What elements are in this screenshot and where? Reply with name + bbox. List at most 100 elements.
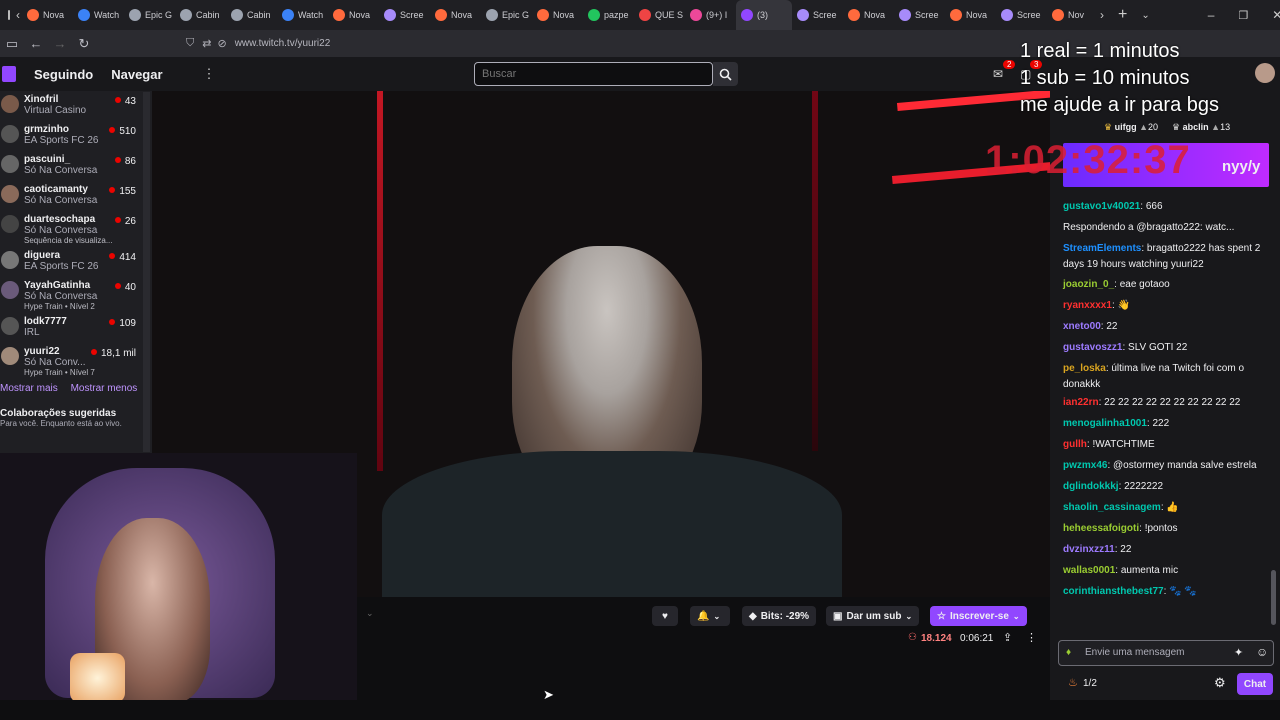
sidebar-channel-item[interactable]: YayahGatinha Só Na Conversa Hype Train • N…	[0, 277, 152, 313]
collapse-chevron-icon[interactable]: ⌄	[366, 608, 374, 619]
browser-tab[interactable]: (9+) I	[685, 0, 736, 30]
search-button[interactable]	[713, 62, 738, 86]
reload-button[interactable]: ↻	[72, 36, 96, 52]
chat-username[interactable]: dglindokkkj	[1063, 481, 1119, 492]
chat-message: joaozin_0_: eae gotaoo	[1063, 277, 1263, 293]
browser-tab[interactable]: Cabin	[175, 0, 226, 30]
emote-icon[interactable]: ☺	[1256, 645, 1268, 659]
channel-points-icon[interactable]: ♨	[1068, 676, 1078, 689]
tab-scroll-right-icon[interactable]: ›	[1100, 8, 1104, 22]
browser-tab[interactable]: Scree	[996, 0, 1047, 30]
browser-tab[interactable]: pazpe	[583, 0, 634, 30]
sidebar-scrollbar[interactable]	[143, 92, 150, 452]
red-light-right	[812, 91, 818, 451]
browser-tab[interactable]: Nova	[945, 0, 996, 30]
browser-tab[interactable]: Nov	[1047, 0, 1098, 30]
sidebar-channel-item[interactable]: diguera EA Sports FC 26 414	[0, 247, 152, 277]
new-tab-button[interactable]: +	[1118, 6, 1127, 24]
chat-username[interactable]: ryanxxxx1	[1063, 300, 1112, 311]
avatar	[1, 125, 19, 143]
chat-text: : 22	[1114, 544, 1132, 555]
browser-tab[interactable]: Nova	[430, 0, 481, 30]
search-input[interactable]	[474, 62, 713, 86]
tab-favicon-icon	[129, 9, 141, 21]
chat-username[interactable]: gustavo1v40021	[1063, 201, 1140, 212]
viewer-count: 414	[109, 252, 136, 263]
notification-bell-button[interactable]: 🔔 ⌄	[690, 606, 730, 626]
sidebar-panel-icon[interactable]: ▭	[0, 36, 24, 52]
sidebar-channel-item[interactable]: lodk7777 IRL 109	[0, 313, 152, 343]
sidebar-channel-item[interactable]: grmzinho EA Sports FC 26 510	[0, 121, 152, 151]
tab-favicon-icon	[797, 9, 809, 21]
tracking-icon[interactable]: ⊘	[217, 37, 226, 50]
browser-tab[interactable]: Scree	[894, 0, 945, 30]
chat-username[interactable]: pe_loska	[1063, 363, 1106, 374]
tab-list-chevron-icon[interactable]: ⌄	[1141, 10, 1149, 21]
forward-button[interactable]: →	[48, 36, 72, 51]
chat-scrollbar[interactable]	[1271, 570, 1276, 625]
browser-tab[interactable]: Watch	[277, 0, 328, 30]
browser-tab[interactable]: Scree	[379, 0, 430, 30]
sidebar-channel-item[interactable]: pascuini_ Só Na Conversa 86	[0, 151, 152, 181]
browser-tab[interactable]: Cabin	[226, 0, 277, 30]
arrow-icon: ▲	[1139, 122, 1149, 132]
sidebar-toggle-icon[interactable]	[8, 10, 10, 20]
chat-settings-icon[interactable]: ⚙	[1214, 675, 1226, 691]
site-settings-icon[interactable]: ⇄	[202, 37, 211, 50]
browser-tab[interactable]: QUE S	[634, 0, 685, 30]
subscribe-button[interactable]: ☆ Inscrever-se ⌄	[930, 606, 1027, 626]
chat-username[interactable]: gullh	[1063, 439, 1087, 450]
browser-tab[interactable]: Nova	[328, 0, 379, 30]
chat-username[interactable]: StreamElements	[1063, 243, 1141, 254]
chat-username[interactable]: joaozin_0_	[1063, 279, 1114, 290]
browser-tab[interactable]: (3)	[736, 0, 792, 30]
chat-send-button[interactable]: Chat	[1237, 673, 1273, 695]
chat-username[interactable]: shaolin_cassinagem	[1063, 502, 1161, 513]
more-options-icon[interactable]: ⋮	[1026, 631, 1037, 644]
chat-username[interactable]: pwzmx46	[1063, 460, 1107, 471]
browser-tab[interactable]: Epic G	[481, 0, 532, 30]
follow-heart-button[interactable]: ♥	[652, 606, 678, 626]
show-less-link[interactable]: Mostrar menos	[71, 383, 138, 394]
browser-tab[interactable]: Scree	[792, 0, 843, 30]
sidebar-channel-item[interactable]: duartesochapa Só Na Conversa Sequência de …	[0, 211, 152, 247]
share-icon[interactable]: ⇪	[1003, 631, 1012, 644]
shield-icon[interactable]: ⛉	[186, 37, 194, 50]
chat-username[interactable]: heheessafoigoti	[1063, 523, 1139, 534]
gift-sub-button[interactable]: ▣ Dar um sub ⌄	[826, 606, 920, 626]
chat-username[interactable]: dvzinxzz11	[1063, 544, 1115, 555]
nav-browse-link[interactable]: Navegar	[111, 67, 162, 82]
twitch-logo-icon[interactable]	[2, 66, 16, 82]
browser-tab[interactable]: Nova	[22, 0, 73, 30]
sidebar-channel-item[interactable]: caoticamanty Só Na Conversa 155	[0, 181, 152, 211]
sidebar-channel-item[interactable]: yuuri22 Só Na Conv... Hype Train • Nível 7…	[0, 343, 152, 379]
bits-button[interactable]: ◆ Bits: -29%	[742, 606, 817, 626]
inbox-icon[interactable]: ✉	[993, 67, 1003, 81]
chat-username[interactable]: gustavoszz1	[1063, 342, 1122, 353]
browser-tab[interactable]: Nova	[532, 0, 583, 30]
chat-username[interactable]: wallas0001	[1063, 565, 1115, 576]
magic-wand-icon[interactable]: ✦	[1234, 646, 1243, 659]
sidebar-channel-item[interactable]: Xinofril Virtual Casino 43	[0, 91, 152, 121]
minimize-button[interactable]: –	[1208, 8, 1215, 22]
show-more-link[interactable]: Mostrar mais	[0, 383, 58, 394]
nav-following-link[interactable]: Seguindo	[34, 67, 93, 82]
viewer-count: 43	[115, 96, 136, 107]
chat-username[interactable]: ian22rn	[1063, 397, 1099, 408]
chat-username[interactable]: xneto00	[1063, 321, 1101, 332]
close-window-button[interactable]: ✕	[1272, 8, 1280, 22]
browser-tab[interactable]: Nova	[843, 0, 894, 30]
restore-button[interactable]: ❐	[1238, 9, 1248, 22]
leaderboard-entry-1[interactable]: ♛ uifgg ▲20	[1104, 122, 1158, 133]
url-field[interactable]: www.twitch.tv/yuuri22	[235, 38, 331, 49]
user-avatar[interactable]	[1255, 63, 1275, 83]
chat-username[interactable]: corinthiansthebest77	[1063, 586, 1164, 597]
more-options-icon[interactable]: ⋮	[203, 66, 216, 82]
browser-tab[interactable]: Epic G	[124, 0, 175, 30]
chat-username[interactable]: menogalinha1001	[1063, 418, 1147, 429]
leaderboard-entry-2[interactable]: ♛ abclin ▲13	[1172, 122, 1230, 133]
tab-scroll-left-icon[interactable]: ‹	[16, 8, 20, 22]
browser-tab[interactable]: Watch	[73, 0, 124, 30]
chat-text: : 🐾 🐾	[1163, 586, 1197, 597]
back-button[interactable]: ←	[24, 36, 48, 51]
